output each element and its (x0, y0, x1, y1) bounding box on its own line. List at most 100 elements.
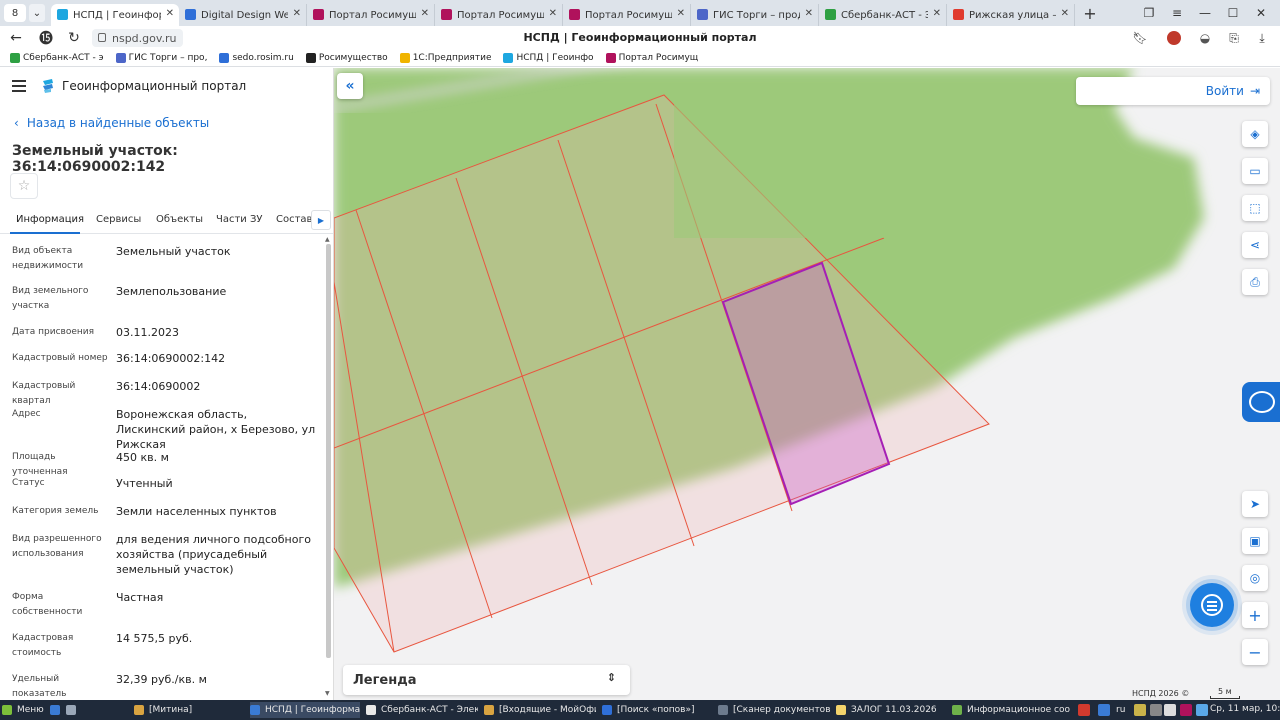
property-value: 36:14:0690002 (116, 380, 201, 393)
close-tab-icon[interactable]: ✕ (933, 8, 941, 19)
property-value: 14 575,5 руб. (116, 632, 193, 645)
ruler-icon[interactable]: ▭ (1242, 158, 1268, 184)
zoom-in-button[interactable]: + (1242, 602, 1268, 628)
legend-panel[interactable]: Легенда ⇕ (343, 665, 630, 695)
legend-label: Легенда (353, 672, 417, 688)
profile-icon[interactable] (1167, 31, 1181, 45)
browser-tab[interactable]: ГИС Торги – продажи го ✕ (691, 4, 819, 26)
menu-icon[interactable]: ≡ (1164, 0, 1190, 26)
taskbar-item[interactable]: [Поиск «попов»] (602, 702, 712, 718)
property-label: Категория земель (12, 506, 99, 516)
close-tab-icon[interactable]: ✕ (293, 8, 301, 19)
taskbar-item[interactable]: Информационное соо... (952, 702, 1070, 718)
close-tab-icon[interactable]: ✕ (805, 8, 813, 19)
browser-tab[interactable]: Портал Росимущества ✕ (435, 4, 563, 26)
clock[interactable]: Ср, 11 мар, 10:07 (1210, 704, 1280, 714)
close-tab-icon[interactable]: ✕ (421, 8, 429, 19)
tab-parts[interactable]: Части ЗУ (216, 214, 263, 225)
bookmark-item[interactable]: ГИС Торги – про, (115, 53, 208, 63)
taskbar-item[interactable]: [Сканер документов] (718, 702, 830, 718)
tray-volume-icon[interactable] (1150, 704, 1162, 716)
bookmark-icon[interactable]: 🔖︎ (1132, 30, 1148, 46)
geolocation-icon[interactable]: ◎ (1242, 565, 1268, 591)
bookmark-item[interactable]: sedo.rosim.ru (219, 53, 294, 63)
tab-composition[interactable]: Состав (276, 214, 312, 225)
taskbar-item[interactable]: НСПД | Геоинформац... (250, 702, 360, 718)
browser-tab[interactable]: Портал Росимущества ✕ (563, 4, 691, 26)
browser-tab[interactable]: Рижская улица — Янде ✕ (947, 4, 1075, 26)
cadastral-map[interactable] (334, 68, 1280, 700)
chat-button[interactable] (1190, 583, 1234, 627)
tray-clipboard-icon[interactable] (1164, 704, 1176, 716)
reload-icon[interactable]: ↻ (64, 28, 84, 48)
minimize-button[interactable]: — (1192, 0, 1218, 26)
bookmark-item[interactable]: Сбербанк-АСТ - э (10, 53, 104, 63)
browser-tab[interactable]: Сбербанк-АСТ - Электр ✕ (819, 4, 947, 26)
desktop-icon[interactable] (50, 702, 64, 718)
maximize-button[interactable]: ☐ (1220, 0, 1246, 26)
protect-icon[interactable]: ◒ (1197, 30, 1213, 46)
panel-scrollbar[interactable]: ▲ ▼ (325, 236, 331, 700)
browser-tab[interactable]: НСПД | Геоинформа ✕ (51, 4, 179, 26)
zoom-out-button[interactable]: − (1242, 639, 1268, 665)
login-button[interactable]: Войти ⇥ (1076, 77, 1270, 105)
share-icon[interactable]: ⋖ (1242, 232, 1268, 258)
url-field[interactable]: nspd.gov.ru (92, 29, 183, 47)
tray-update-icon[interactable] (1180, 704, 1192, 716)
tab-info[interactable]: Информация (16, 214, 84, 225)
start-menu-button[interactable]: Меню (2, 702, 48, 718)
collapse-panel-button[interactable]: « (337, 73, 363, 99)
browser-tab[interactable]: Digital Design Web Clien ✕ (179, 4, 307, 26)
tray-notify-icon[interactable] (1196, 704, 1208, 716)
bookmark-item[interactable]: НСПД | Геоинфо (503, 53, 594, 63)
tab-counter[interactable]: 8 (4, 4, 26, 22)
close-window-button[interactable]: ✕ (1248, 0, 1274, 26)
close-tab-icon[interactable]: ✕ (166, 8, 174, 19)
share-icon[interactable]: ⎘ (1226, 30, 1242, 46)
scroll-down-icon[interactable]: ▼ (325, 690, 330, 697)
tab-objects[interactable]: Объекты (156, 214, 203, 225)
keyboard-layout[interactable]: ru (1116, 702, 1132, 718)
tray-network-icon[interactable] (1134, 704, 1146, 716)
close-tab-icon[interactable]: ✕ (549, 8, 557, 19)
back-icon[interactable]: ← (6, 28, 26, 48)
close-tab-icon[interactable]: ✕ (1061, 8, 1069, 19)
favorite-star-icon[interactable]: ☆ (10, 173, 38, 199)
tabs-scroll-right-icon[interactable]: ▶ (311, 210, 331, 230)
scroll-thumb[interactable] (326, 244, 331, 658)
feedback-tab[interactable] (1242, 382, 1280, 422)
close-tab-icon[interactable]: ✕ (677, 8, 685, 19)
chevron-down-icon[interactable]: ⌄ (29, 4, 45, 22)
bookmark-item[interactable]: 1С:Предприятие (399, 53, 491, 63)
browser-tab[interactable]: Портал Росимущества ✕ (307, 4, 435, 26)
new-tab-button[interactable]: + (1079, 2, 1101, 24)
locate-icon[interactable]: ➤ (1242, 491, 1268, 517)
yandex-browser-icon[interactable] (66, 702, 82, 718)
taskbar-item[interactable]: Сбербанк-АСТ - Электр... (366, 702, 478, 718)
task-label: ЗАЛОГ 11.03.2026 (851, 705, 937, 715)
map-canvas[interactable]: « Войти ⇥ ◈ ▭ ⬚ ⋖ ⎙ ➤ ▣ ◎ + − Легенда ⇕ … (334, 68, 1280, 700)
scroll-up-icon[interactable]: ▲ (325, 236, 330, 243)
yandex-icon[interactable]: ⓯ (36, 28, 56, 48)
back-to-results-link[interactable]: ‹ Назад в найденные объекты (14, 116, 209, 130)
tray-browser-icon[interactable] (1098, 704, 1110, 716)
bookmark-item[interactable]: Портал Росимущ (605, 53, 698, 63)
tab-favicon-icon (569, 9, 580, 20)
task-app-icon (134, 705, 144, 715)
print-icon[interactable]: ⎙ (1242, 269, 1268, 295)
select-area-icon[interactable]: ⬚ (1242, 195, 1268, 221)
bookmarks-panel-icon[interactable]: ❐ (1136, 0, 1162, 26)
screen: 8 ⌄ НСПД | Геоинформа✕Digital Design Web… (0, 0, 1280, 720)
download-icon[interactable]: ⤓ (1254, 30, 1270, 46)
minimap-icon[interactable]: ▣ (1242, 528, 1268, 554)
taskbar-item[interactable]: ЗАЛОГ 11.03.2026 (836, 702, 946, 718)
expand-sort-icon[interactable]: ⇕ (607, 671, 616, 684)
hamburger-menu-icon[interactable] (12, 80, 26, 92)
layers-icon[interactable]: ◈ (1242, 121, 1268, 147)
taskbar-item[interactable]: [Входящие - МойОфис... (484, 702, 596, 718)
bookmark-item[interactable]: Росимущество (305, 53, 388, 63)
taskbar-item[interactable]: [Митина] (134, 702, 244, 718)
bookmark-label: ГИС Торги – про, (128, 53, 208, 63)
tab-services[interactable]: Сервисы (96, 214, 141, 225)
tray-app-icon[interactable] (1078, 704, 1090, 716)
